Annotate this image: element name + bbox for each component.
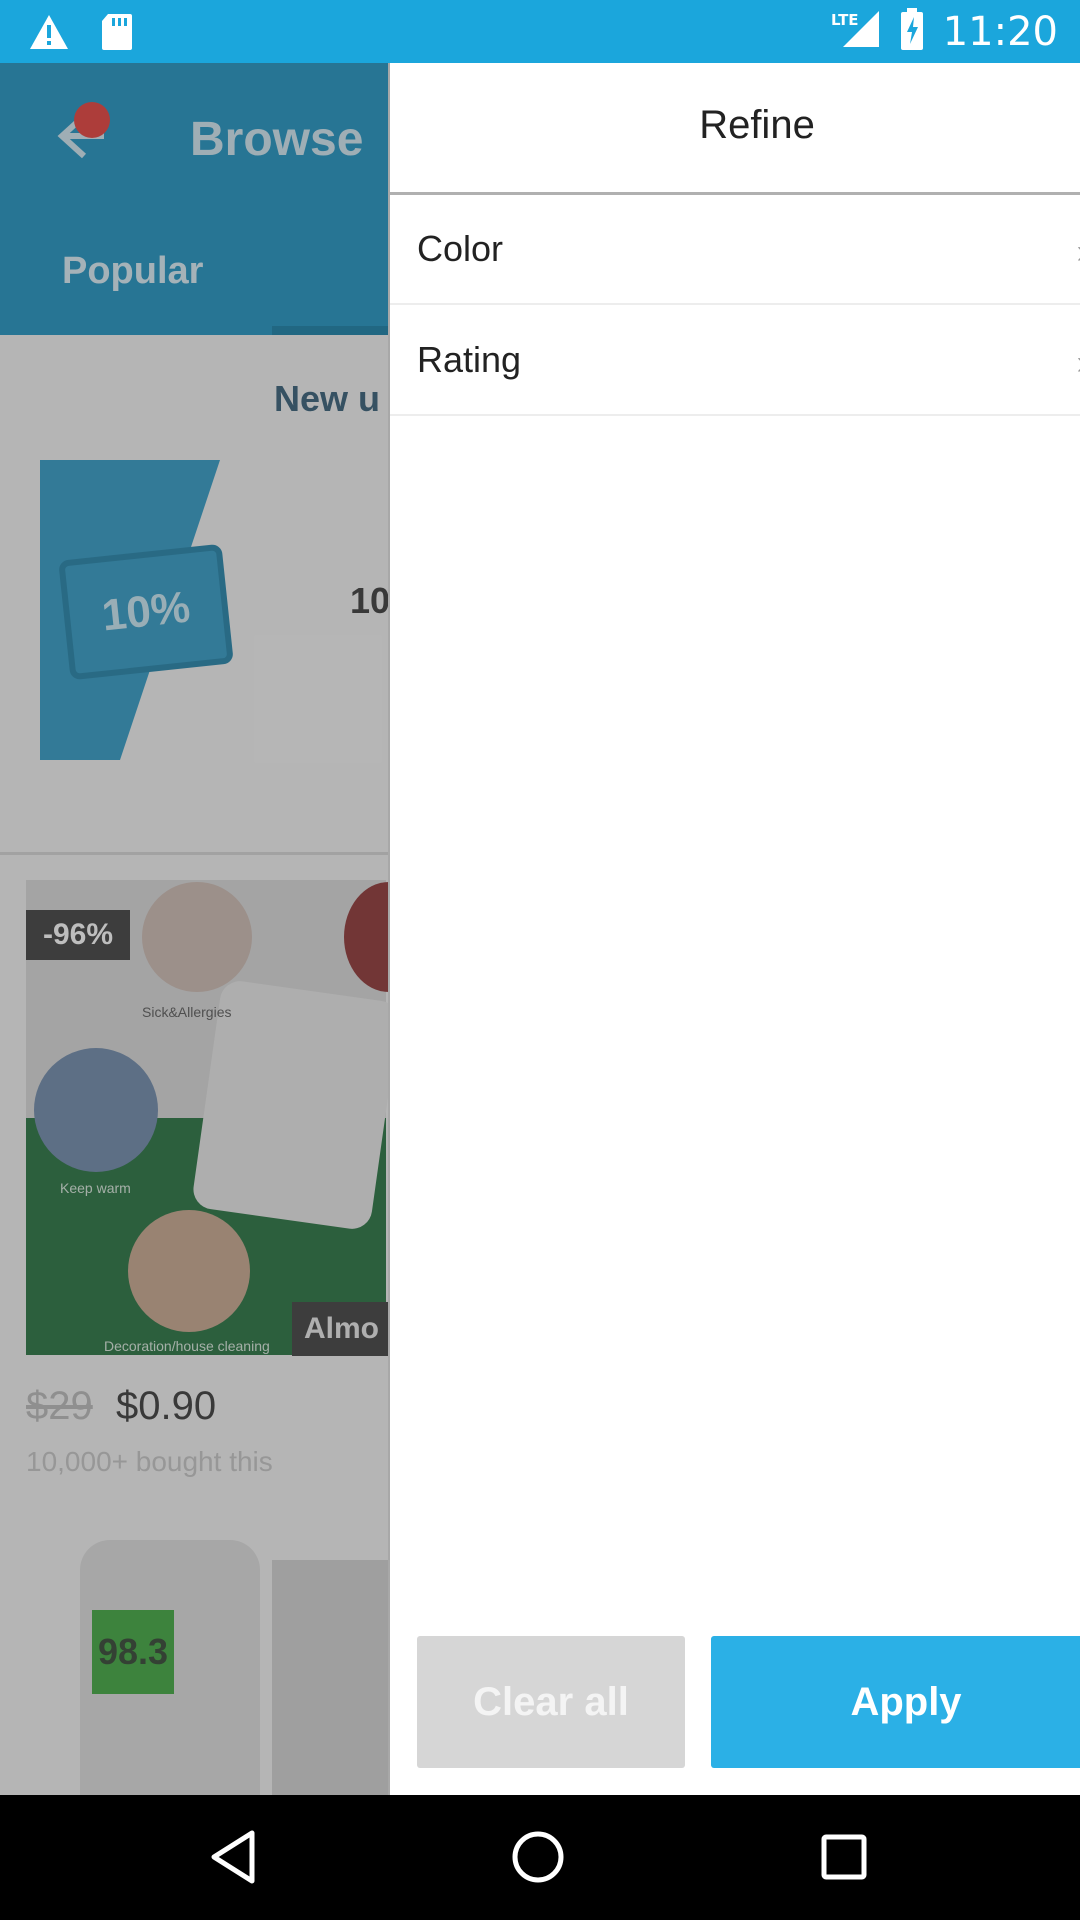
signal-icon: LTE (831, 9, 881, 54)
nav-back-button[interactable] (204, 1825, 268, 1889)
circle-home-icon (512, 1831, 564, 1883)
filter-row-color[interactable]: Color › (390, 195, 1080, 305)
filter-row-rating[interactable]: Rating › (390, 306, 1080, 416)
square-recents-icon (821, 1834, 867, 1880)
drawer-title: Refine (699, 103, 815, 147)
scrim-overlay[interactable] (0, 63, 390, 1795)
status-left-icons (28, 12, 134, 57)
apply-button[interactable]: Apply (711, 1636, 1080, 1768)
system-nav-bar (0, 1795, 1080, 1920)
triangle-back-icon (211, 1830, 255, 1884)
refine-drawer: Refine Color › Rating › Clear all Apply (388, 63, 1080, 1795)
filter-label-rating: Rating (417, 339, 522, 380)
sd-card-icon (100, 12, 134, 57)
network-label: LTE (831, 11, 859, 29)
filter-label-color: Color (417, 228, 504, 269)
clock: 11:20 (942, 8, 1058, 55)
clear-all-button[interactable]: Clear all (417, 1636, 685, 1768)
status-bar: LTE 11:20 (0, 0, 1080, 63)
warning-icon (28, 13, 70, 56)
nav-home-button[interactable] (506, 1825, 570, 1889)
nav-recents-button[interactable] (812, 1825, 876, 1889)
screen: LTE 11:20 Browse Popular New u 10% 10 Si… (0, 0, 1080, 1920)
status-right-icons: LTE 11:20 (831, 8, 1058, 55)
battery-charging-icon (899, 8, 925, 55)
